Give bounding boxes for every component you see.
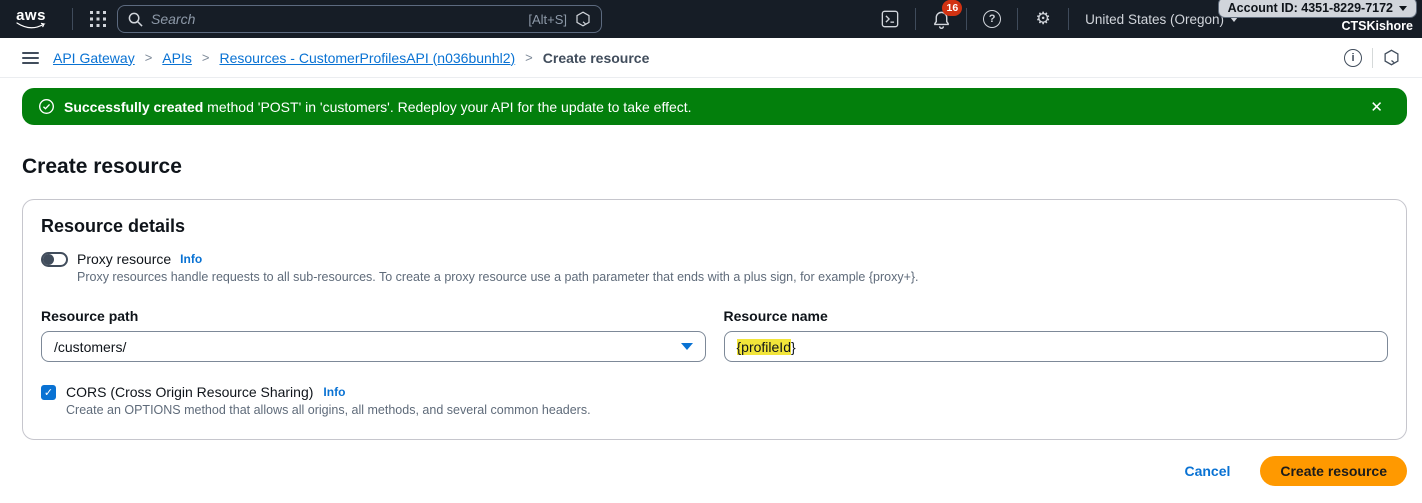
search-input[interactable] xyxy=(151,11,520,27)
resource-name-label: Resource name xyxy=(724,308,1389,324)
cancel-button[interactable]: Cancel xyxy=(1184,463,1230,479)
region-selector[interactable]: United States (Oregon) xyxy=(1085,12,1238,27)
help-icon[interactable]: ? xyxy=(979,6,1005,32)
create-resource-button[interactable]: Create resource xyxy=(1260,456,1407,486)
fields-row: Resource path /customers/ Resource name … xyxy=(41,308,1388,362)
header-divider xyxy=(1017,8,1018,30)
breadcrumb-link-api-gateway[interactable]: API Gateway xyxy=(53,50,135,66)
notification-count-badge: 16 xyxy=(942,0,962,16)
form-actions: Cancel Create resource xyxy=(22,456,1407,486)
proxy-toggle-label: Proxy resource xyxy=(77,251,171,267)
resource-name-value-tail: } xyxy=(791,339,796,355)
breadcrumb-actions: i xyxy=(1344,48,1400,68)
header-divider xyxy=(1068,8,1069,30)
amazon-q-icon[interactable] xyxy=(1383,49,1400,66)
resource-path-field: Resource path /customers/ xyxy=(41,308,706,362)
top-navigation-bar: aws [Alt+S] xyxy=(0,0,1422,38)
settings-gear-icon[interactable]: ⚙ xyxy=(1030,6,1056,32)
breadcrumb-separator: > xyxy=(202,50,210,65)
notifications-bell-icon[interactable]: 16 xyxy=(928,6,954,32)
success-check-circle-icon xyxy=(38,98,55,115)
flash-message: Successfully created method 'POST' in 'c… xyxy=(64,99,692,115)
proxy-info-link[interactable]: Info xyxy=(180,252,202,266)
breadcrumb-separator: > xyxy=(145,50,153,65)
side-menu-hamburger-icon[interactable] xyxy=(22,52,39,64)
cors-label: CORS (Cross Origin Resource Sharing) xyxy=(66,384,313,400)
chevron-down-icon xyxy=(1399,6,1407,11)
success-flashbar: Successfully created method 'POST' in 'c… xyxy=(22,88,1407,125)
proxy-toggle[interactable] xyxy=(41,252,68,267)
aws-logo-text: aws xyxy=(16,9,46,22)
search-shortcut-hint: [Alt+S] xyxy=(528,12,567,27)
select-caret-icon xyxy=(681,343,693,350)
search-icon xyxy=(128,12,143,27)
flash-message-bold: Successfully created xyxy=(64,99,203,115)
proxy-resource-row: Proxy resource Info xyxy=(41,251,1388,267)
flash-message-rest: method 'POST' in 'customers'. Redeploy y… xyxy=(203,99,691,115)
resource-path-select[interactable]: /customers/ xyxy=(41,331,706,362)
cors-row: ✓ CORS (Cross Origin Resource Sharing) I… xyxy=(41,384,1388,400)
breadcrumb-link-apis[interactable]: APIs xyxy=(162,50,192,66)
resource-path-label: Resource path xyxy=(41,308,706,324)
cors-description: Create an OPTIONS method that allows all… xyxy=(66,403,1388,417)
cloudshell-icon[interactable] xyxy=(877,6,903,32)
breadcrumb-separator: > xyxy=(525,50,533,65)
header-divider xyxy=(966,8,967,30)
resource-path-value: /customers/ xyxy=(54,339,126,355)
header-divider xyxy=(72,8,73,30)
resource-name-input[interactable]: {profileId} xyxy=(724,331,1389,362)
section-title: Resource details xyxy=(41,216,1388,237)
account-id-menu[interactable]: Account ID: 4351-8229-7172 xyxy=(1218,0,1417,18)
resource-name-field: Resource name {profileId} xyxy=(724,308,1389,362)
breadcrumb-current-page: Create resource xyxy=(543,50,650,66)
apps-grid-icon[interactable] xyxy=(85,6,111,32)
breadcrumb: API Gateway > APIs > Resources - Custome… xyxy=(53,50,649,66)
aws-smile-icon xyxy=(16,22,46,30)
divider xyxy=(1372,48,1373,68)
breadcrumb-link-resources[interactable]: Resources - CustomerProfilesAPI (n036bun… xyxy=(219,50,515,66)
global-search[interactable]: [Alt+S] xyxy=(117,5,602,33)
cors-checkbox[interactable]: ✓ xyxy=(41,385,56,400)
account-id-label: Account ID: 4351-8229-7172 xyxy=(1228,1,1393,15)
close-icon[interactable]: ✕ xyxy=(1362,94,1391,120)
resource-details-card: Resource details Proxy resource Info Pro… xyxy=(22,199,1407,440)
page-title: Create resource xyxy=(22,155,1400,179)
breadcrumb-bar: API Gateway > APIs > Resources - Custome… xyxy=(0,38,1422,78)
region-label: United States (Oregon) xyxy=(1085,12,1224,27)
aws-logo[interactable]: aws xyxy=(16,9,46,30)
resource-name-value-highlighted: {profileId xyxy=(737,339,791,355)
cors-info-link[interactable]: Info xyxy=(323,385,345,399)
proxy-description: Proxy resources handle requests to all s… xyxy=(77,270,1388,284)
amazon-q-icon xyxy=(575,11,591,27)
username-label: CTSKishore xyxy=(1341,19,1413,33)
header-divider xyxy=(915,8,916,30)
info-panel-icon[interactable]: i xyxy=(1344,49,1362,67)
